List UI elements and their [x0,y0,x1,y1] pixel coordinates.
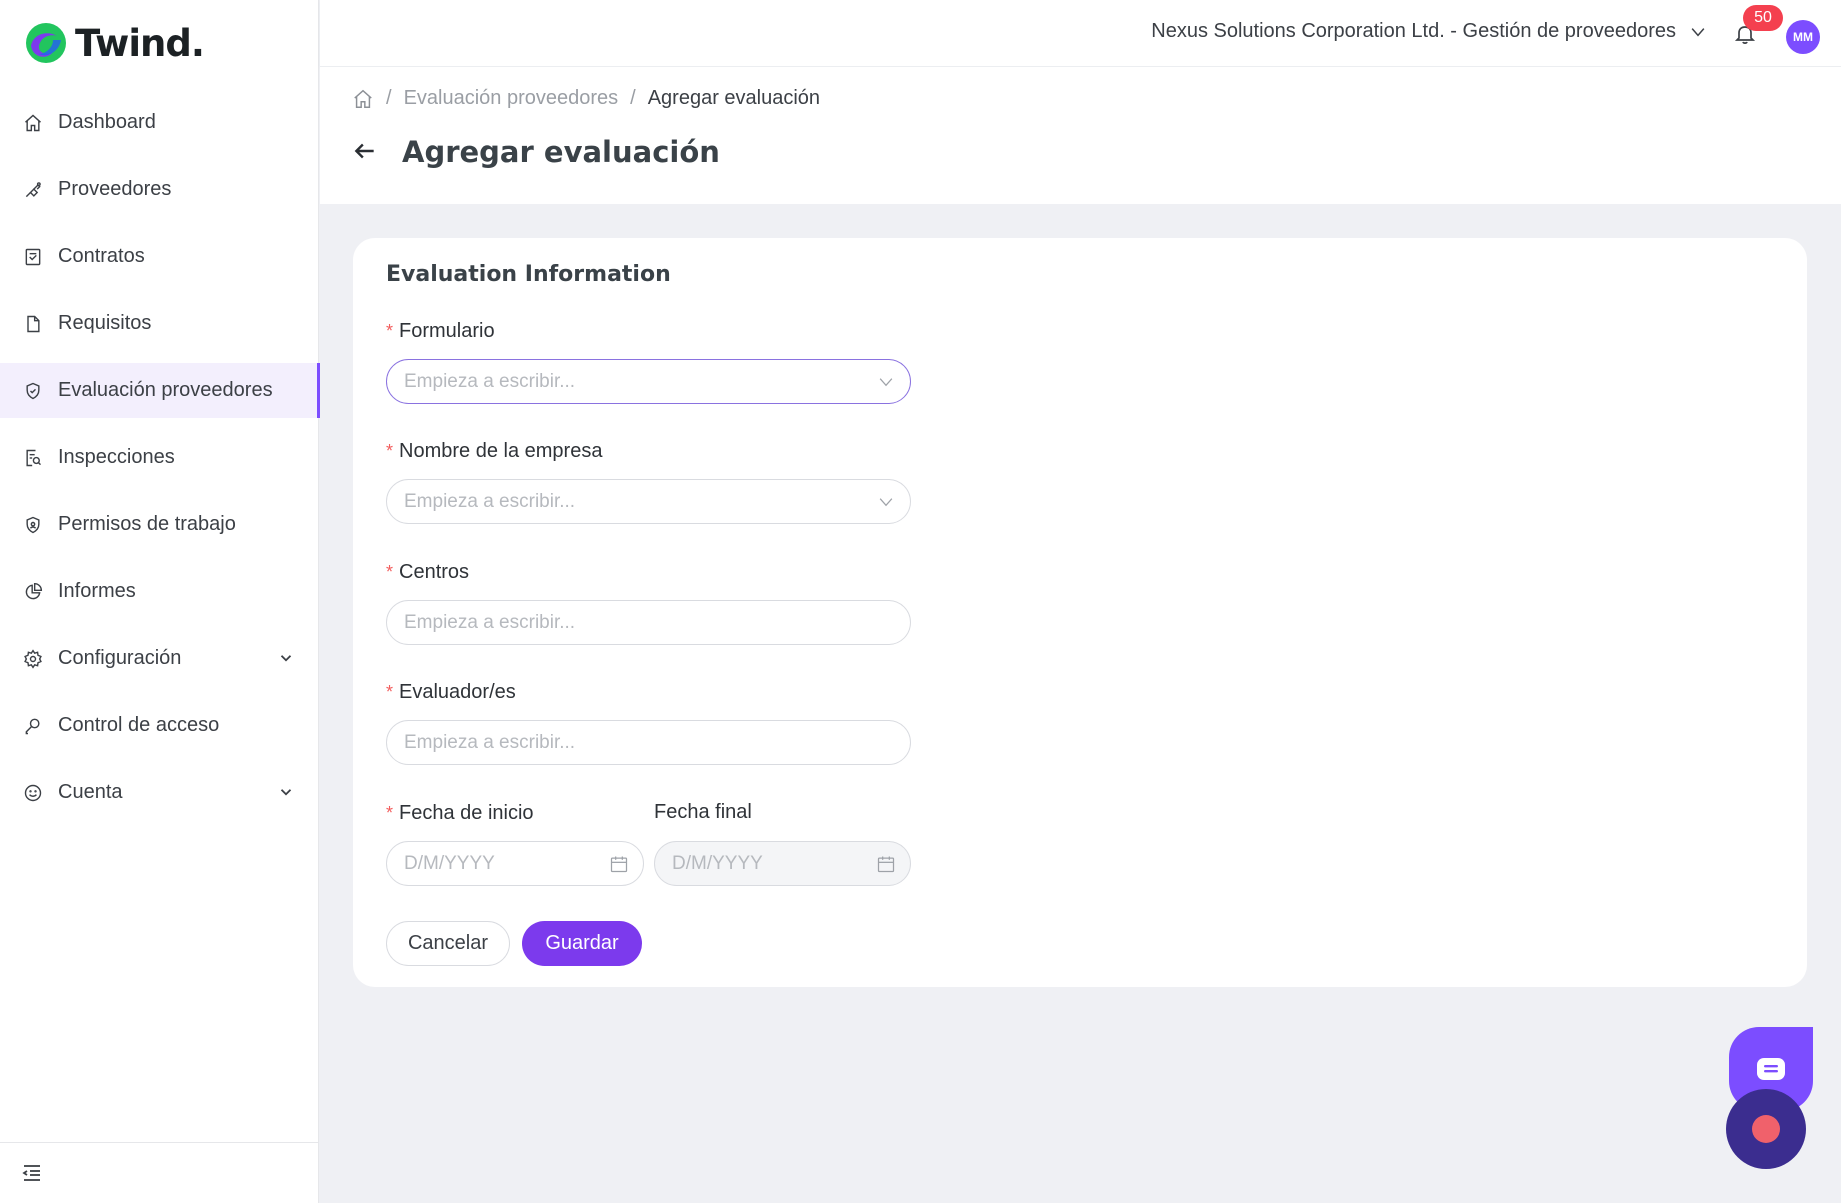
organization-name: Nexus Solutions Corporation Ltd. - Gesti… [1151,20,1676,42]
sidebar-item-proveedores[interactable]: Proveedores [0,162,319,217]
fecha-inicio-label-text: Fecha de inicio [399,802,534,824]
centros-placeholder: Empieza a escribir... [404,611,576,633]
back-arrow-icon[interactable] [352,138,380,166]
sidebar-item-permisos-de-trabajo[interactable]: Permisos de trabajo [0,497,319,552]
fecha-final-label: Fecha final [654,801,752,824]
sidebar-item-label: Control de acceso [58,714,220,736]
chevron-down-icon[interactable] [277,649,295,667]
breadcrumb-current: Agregar evaluación [647,87,821,109]
calendar-icon[interactable] [609,854,629,874]
sidebar-item-cuenta[interactable]: Cuenta [0,765,319,820]
smiley-icon [22,782,44,804]
evaluadores-placeholder: Empieza a escribir... [404,731,576,753]
sidebar-item-informes[interactable]: Informes [0,564,319,619]
fecha-inicio-label: * Fecha de inicio [386,802,534,825]
chat-bubble-icon [1757,1058,1785,1080]
fecha-final-placeholder: D/M/YYYY [672,852,763,874]
save-button[interactable]: Guardar [522,921,642,966]
notification-count-badge[interactable]: 50 [1743,5,1783,31]
sidebar-item-label: Configuración [58,647,182,669]
centros-label-text: Centros [399,561,470,583]
sidebar-item-label: Contratos [58,245,145,267]
sidebar-item-inspecciones[interactable]: Inspecciones [0,430,319,485]
formulario-label: * Formulario [386,320,495,343]
chevron-down-icon [1691,27,1705,36]
brand-logo[interactable]: Twind. [23,20,205,66]
inspection-icon [22,447,44,469]
sidebar-item-label: Proveedores [58,178,172,200]
sidebar: Twind. Dashboard Proveedores Contratos R… [0,0,320,1203]
sidebar-footer [0,1142,319,1203]
collapse-sidebar-icon[interactable] [20,1161,44,1185]
page-header: / Evaluación proveedores / Agregar evalu… [320,67,1841,204]
sidebar-item-contratos[interactable]: Contratos [0,229,319,284]
sidebar-item-label: Informes [58,580,136,602]
required-asterisk: * [386,682,394,702]
calendar-icon [876,854,896,874]
breadcrumb-separator: / [630,87,636,109]
empresa-label-text: Nombre de la empresa [399,440,603,462]
required-asterisk: * [386,803,394,823]
document-icon [22,313,44,335]
empresa-label: * Nombre de la empresa [386,440,602,463]
formulario-select[interactable]: Empieza a escribir... [386,359,911,404]
sidebar-item-configuracion[interactable]: Configuración [0,631,319,686]
brand-name: Twind. [75,21,205,65]
breadcrumb: / Evaluación proveedores / Agregar evalu… [352,87,820,110]
home-icon [22,112,44,134]
required-asterisk: * [386,562,394,582]
page-title: Agregar evaluación [402,135,720,169]
required-asterisk: * [386,321,394,341]
evaluadores-label: * Evaluador/es [386,681,516,704]
breadcrumb-parent-link[interactable]: Evaluación proveedores [404,87,619,110]
empresa-select[interactable]: Empieza a escribir... [386,479,911,524]
contract-icon [22,246,44,268]
handshake-icon [22,179,44,201]
pie-chart-icon [22,581,44,603]
centros-input[interactable]: Empieza a escribir... [386,600,911,645]
sidebar-item-label: Dashboard [58,111,156,133]
evaluadores-label-text: Evaluador/es [399,681,516,703]
formulario-placeholder: Empieza a escribir... [404,370,576,392]
sidebar-item-label: Permisos de trabajo [58,513,236,535]
record-dot-icon [1752,1115,1780,1143]
title-row: Agregar evaluación [352,135,720,169]
sidebar-item-requisitos[interactable]: Requisitos [0,296,319,351]
sidebar-item-label: Cuenta [58,781,123,803]
breadcrumb-separator: / [386,87,392,109]
empresa-placeholder: Empieza a escribir... [404,490,576,512]
sidebar-item-label: Requisitos [58,312,152,334]
twind-logo-icon [26,23,66,63]
fecha-inicio-datepicker[interactable]: D/M/YYYY [386,841,644,886]
required-asterisk: * [386,441,394,461]
organization-selector[interactable]: Nexus Solutions Corporation Ltd. - Gesti… [1151,20,1708,43]
centros-label: * Centros [386,561,469,584]
chevron-down-icon[interactable] [277,783,295,801]
sidebar-nav: Dashboard Proveedores Contratos Requisit… [0,95,320,832]
home-icon[interactable] [352,88,374,110]
key-icon [22,715,44,737]
gear-icon [22,648,44,670]
evaluadores-input[interactable]: Empieza a escribir... [386,720,911,765]
shield-check-icon [22,380,44,402]
sidebar-item-label: Evaluación proveedores [58,379,273,401]
evaluation-form-card: Evaluation Information * Formulario Empi… [353,238,1807,987]
formulario-label-text: Formulario [399,320,495,342]
sidebar-item-evaluacion-proveedores[interactable]: Evaluación proveedores [0,363,320,418]
cancel-button[interactable]: Cancelar [386,921,510,966]
sidebar-item-dashboard[interactable]: Dashboard [0,95,319,150]
chevron-down-icon[interactable] [876,492,896,512]
fecha-final-label-text: Fecha final [654,801,752,823]
fecha-inicio-placeholder: D/M/YYYY [404,852,495,874]
top-header: Nexus Solutions Corporation Ltd. - Gesti… [320,0,1841,67]
permit-shield-icon [22,514,44,536]
sidebar-item-control-de-acceso[interactable]: Control de acceso [0,698,319,753]
screen-record-button[interactable] [1726,1089,1806,1169]
chevron-down-icon[interactable] [876,372,896,392]
sidebar-item-label: Inspecciones [58,446,175,468]
user-avatar[interactable]: MM [1786,20,1820,54]
section-title: Evaluation Information [386,262,671,287]
fecha-final-datepicker: D/M/YYYY [654,841,911,886]
